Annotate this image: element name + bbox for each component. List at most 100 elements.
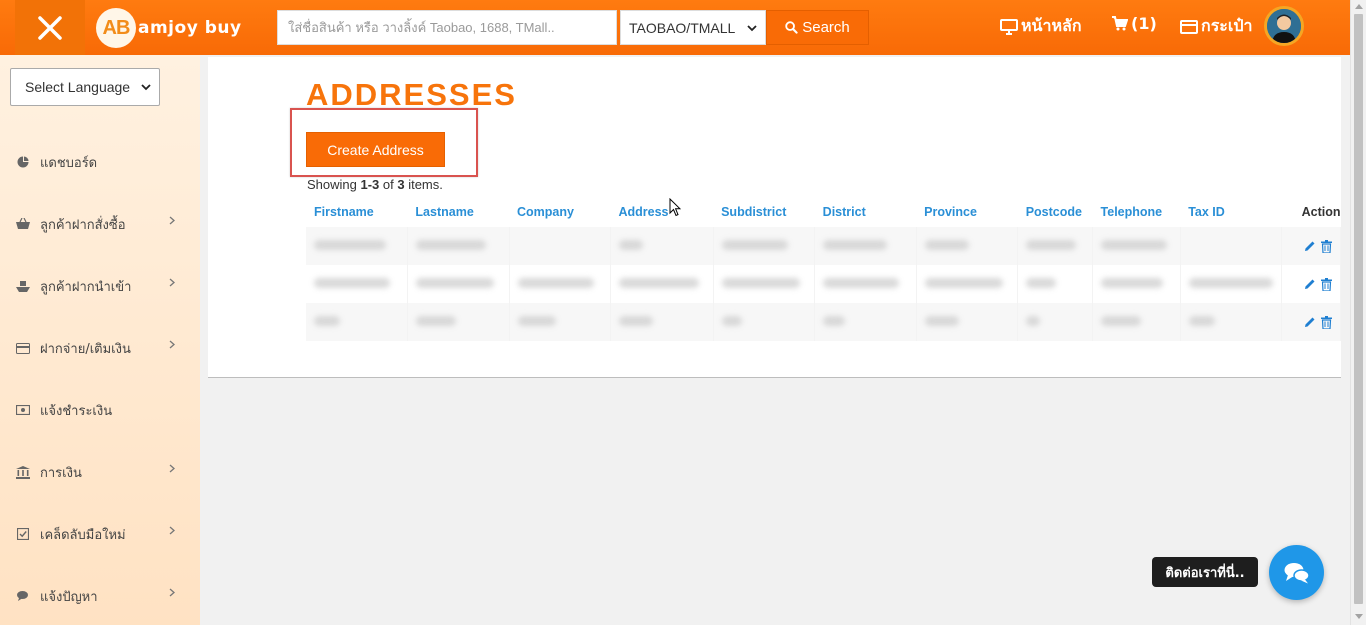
- cart-count: (1): [1131, 14, 1157, 33]
- table-cell: [916, 265, 1019, 303]
- user-avatar[interactable]: [1264, 6, 1304, 46]
- table-cell: [916, 303, 1019, 341]
- table-cell: [407, 227, 510, 265]
- table-cell: [814, 303, 917, 341]
- money-icon: [16, 403, 30, 417]
- sidebar: Select Language แดชบอร์ด ลูกค้าฝากสั่งซื…: [0, 55, 200, 625]
- cart-link[interactable]: (1): [1111, 14, 1157, 33]
- sidebar-item-label: แจ้งชำระเงิน: [40, 403, 113, 419]
- home-link[interactable]: หน้าหลัก: [1000, 14, 1082, 39]
- logo-text: amjoy buy: [138, 18, 242, 38]
- table-cell: [1092, 265, 1181, 303]
- action-cell: [1281, 227, 1342, 265]
- chevron-right-icon: [169, 216, 175, 225]
- sidebar-item-finance[interactable]: การเงิน: [0, 457, 200, 487]
- column-header-lastname[interactable]: Lastname: [407, 197, 509, 227]
- scroll-up-arrow-icon[interactable]: [1355, 3, 1363, 9]
- wallet-link[interactable]: กระเป๋า: [1180, 14, 1252, 39]
- site-logo[interactable]: AB amjoy buy: [96, 8, 242, 48]
- table-cell: [610, 227, 714, 265]
- column-header-address[interactable]: Address: [610, 197, 713, 227]
- close-sidebar-button[interactable]: [15, 0, 85, 55]
- addresses-panel: ADDRESSES Create Address Showing 1-3 of …: [208, 57, 1342, 378]
- addresses-table: Firstname Lastname Company Address Subdi…: [306, 197, 1342, 341]
- chat-bubbles-icon: [1284, 562, 1310, 583]
- sidebar-item-orders[interactable]: ลูกค้าฝากสั่งซื้อ: [0, 209, 200, 239]
- trash-icon[interactable]: [1321, 277, 1332, 291]
- search-button-label: Search: [802, 19, 850, 36]
- sidebar-item-tips[interactable]: เคล็ดลับมือใหม่: [0, 519, 200, 549]
- table-cell: [1180, 227, 1282, 265]
- table-cell: [509, 303, 611, 341]
- search-input[interactable]: [277, 10, 617, 45]
- sidebar-item-import[interactable]: ลูกค้าฝากนำเข้า: [0, 271, 200, 301]
- home-link-label: หน้าหลัก: [1021, 16, 1082, 35]
- sidebar-item-label: เคล็ดลับมือใหม่: [40, 527, 126, 543]
- column-header-subdistrict[interactable]: Subdistrict: [713, 197, 815, 227]
- chat-button[interactable]: [1269, 545, 1324, 600]
- column-header-postcode[interactable]: Postcode: [1018, 197, 1093, 227]
- table-cell: [306, 227, 408, 265]
- summary-mid: of: [379, 177, 398, 192]
- table-row: [306, 303, 1342, 341]
- user-avatar-icon: [1267, 9, 1301, 43]
- chevron-right-icon: [169, 464, 175, 473]
- table-cell: [610, 265, 714, 303]
- top-navbar: AB amjoy buy TAOBAO/TMALL Search หน้าหลั…: [0, 0, 1350, 55]
- sidebar-item-report-issue[interactable]: แจ้งปัญหา: [0, 581, 200, 611]
- table-cell: [814, 227, 917, 265]
- sidebar-item-label: ลูกค้าฝากนำเข้า: [40, 279, 132, 295]
- edit-icon[interactable]: [1304, 240, 1316, 252]
- table-header-row: Firstname Lastname Company Address Subdi…: [306, 197, 1341, 227]
- sidebar-item-label: การเงิน: [40, 465, 82, 481]
- table-cell: [713, 227, 816, 265]
- summary-range: 1-3: [360, 177, 380, 192]
- column-header-telephone[interactable]: Telephone: [1093, 197, 1181, 227]
- column-header-tax-id[interactable]: Tax ID: [1180, 197, 1281, 227]
- sidebar-item-notify-payment[interactable]: แจ้งชำระเงิน: [0, 395, 200, 425]
- edit-icon[interactable]: [1304, 316, 1316, 328]
- trash-icon[interactable]: [1321, 239, 1332, 253]
- sidebar-item-dashboard[interactable]: แดชบอร์ด: [0, 147, 200, 177]
- platform-select[interactable]: TAOBAO/TMALL: [620, 10, 766, 45]
- sidebar-item-label: แดชบอร์ด: [40, 155, 98, 171]
- scroll-down-arrow-icon[interactable]: [1355, 614, 1363, 620]
- table-cell: [407, 265, 510, 303]
- chevron-right-icon: [169, 340, 175, 349]
- credit-card-icon: [1180, 19, 1198, 34]
- desktop-icon: [1000, 18, 1018, 35]
- cart-icon: [1112, 16, 1128, 31]
- table-cell: [713, 265, 816, 303]
- comments-icon: [16, 589, 30, 603]
- edit-icon[interactable]: [1304, 278, 1316, 290]
- table-cell: [610, 303, 714, 341]
- column-header-district[interactable]: District: [815, 197, 916, 227]
- chevron-right-icon: [169, 526, 175, 535]
- table-cell: [407, 303, 510, 341]
- table-cell: [1017, 303, 1094, 341]
- scrollbar-thumb[interactable]: [1354, 14, 1363, 604]
- column-header-firstname[interactable]: Firstname: [306, 197, 407, 227]
- language-select[interactable]: Select Language: [10, 68, 160, 106]
- logo-mark: AB: [96, 8, 136, 48]
- create-address-button[interactable]: Create Address: [306, 132, 445, 167]
- table-summary: Showing 1-3 of 3 items.: [307, 177, 443, 192]
- trash-icon[interactable]: [1321, 315, 1332, 329]
- table-cell: [509, 227, 611, 265]
- chevron-down-icon: [747, 24, 757, 31]
- chat-tooltip[interactable]: ติดต่อเราที่นี่..: [1152, 557, 1258, 587]
- table-cell: [713, 303, 816, 341]
- chevron-right-icon: [169, 588, 175, 597]
- bank-icon: [16, 465, 30, 479]
- platform-select-value: TAOBAO/TMALL: [629, 19, 736, 36]
- action-cell: [1281, 265, 1342, 303]
- table-row: [306, 227, 1342, 265]
- column-header-company[interactable]: Company: [509, 197, 610, 227]
- sidebar-item-payment[interactable]: ฝากจ่าย/เติมเงิน: [0, 333, 200, 363]
- close-icon: [38, 15, 62, 40]
- table-cell: [1017, 265, 1094, 303]
- search-button[interactable]: Search: [766, 10, 869, 45]
- column-header-province[interactable]: Province: [916, 197, 1018, 227]
- mouse-cursor-icon: [669, 198, 681, 217]
- page-scrollbar[interactable]: [1350, 0, 1366, 625]
